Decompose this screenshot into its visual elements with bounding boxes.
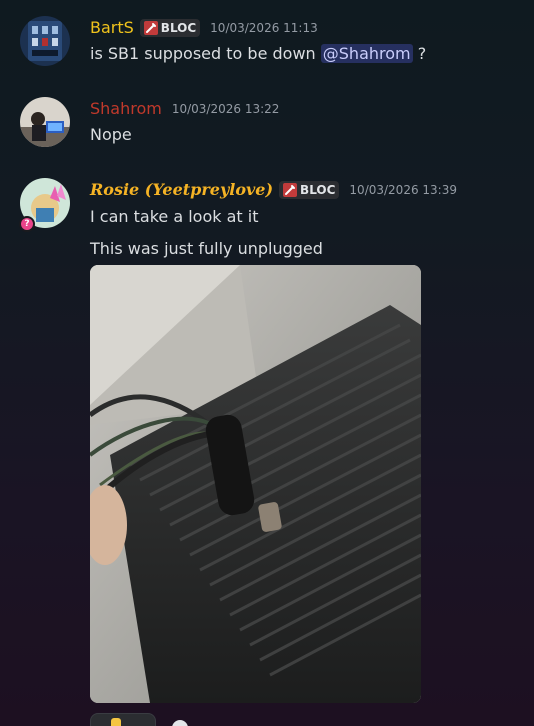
- user-mention[interactable]: @Shahrom: [320, 44, 413, 63]
- timestamp: 10/03/2026 13:39: [349, 182, 457, 197]
- guild-tag-label: BLOC: [160, 20, 197, 35]
- username[interactable]: BartS: [90, 18, 134, 37]
- username[interactable]: Rosie (Yeetpreylove): [90, 180, 273, 199]
- avatar-barts[interactable]: [20, 16, 70, 66]
- avatar-shahrom[interactable]: [20, 97, 70, 147]
- sword-icon: [283, 182, 298, 197]
- guild-tag-label: BLOC: [300, 182, 336, 197]
- guild-tag[interactable]: BLOC: [279, 180, 340, 199]
- thumbs-up-icon: [111, 718, 121, 726]
- message-text: Nope: [90, 125, 132, 144]
- image-attachment[interactable]: [90, 265, 421, 703]
- status-badge: ?: [19, 216, 35, 232]
- add-reaction-button[interactable]: [164, 713, 200, 726]
- help-icon: ?: [21, 218, 33, 230]
- message-text: is SB1 supposed to be down: [90, 44, 316, 63]
- guild-tag[interactable]: BLOC: [139, 18, 201, 37]
- sword-icon: [143, 20, 158, 35]
- timestamp: 10/03/2026 11:13: [210, 20, 318, 35]
- reaction-button[interactable]: [90, 713, 156, 726]
- timestamp: 10/03/2026 13:22: [171, 101, 280, 116]
- message-content: is SB1 supposed to be down @Shahrom ?: [90, 44, 426, 63]
- message-text: I can take a look at it: [90, 207, 259, 226]
- username[interactable]: Shahrom: [90, 99, 162, 118]
- message-text: This was just fully unplugged: [90, 239, 323, 258]
- message-text-trailing: ?: [417, 44, 427, 63]
- emoji-icon: [172, 720, 188, 726]
